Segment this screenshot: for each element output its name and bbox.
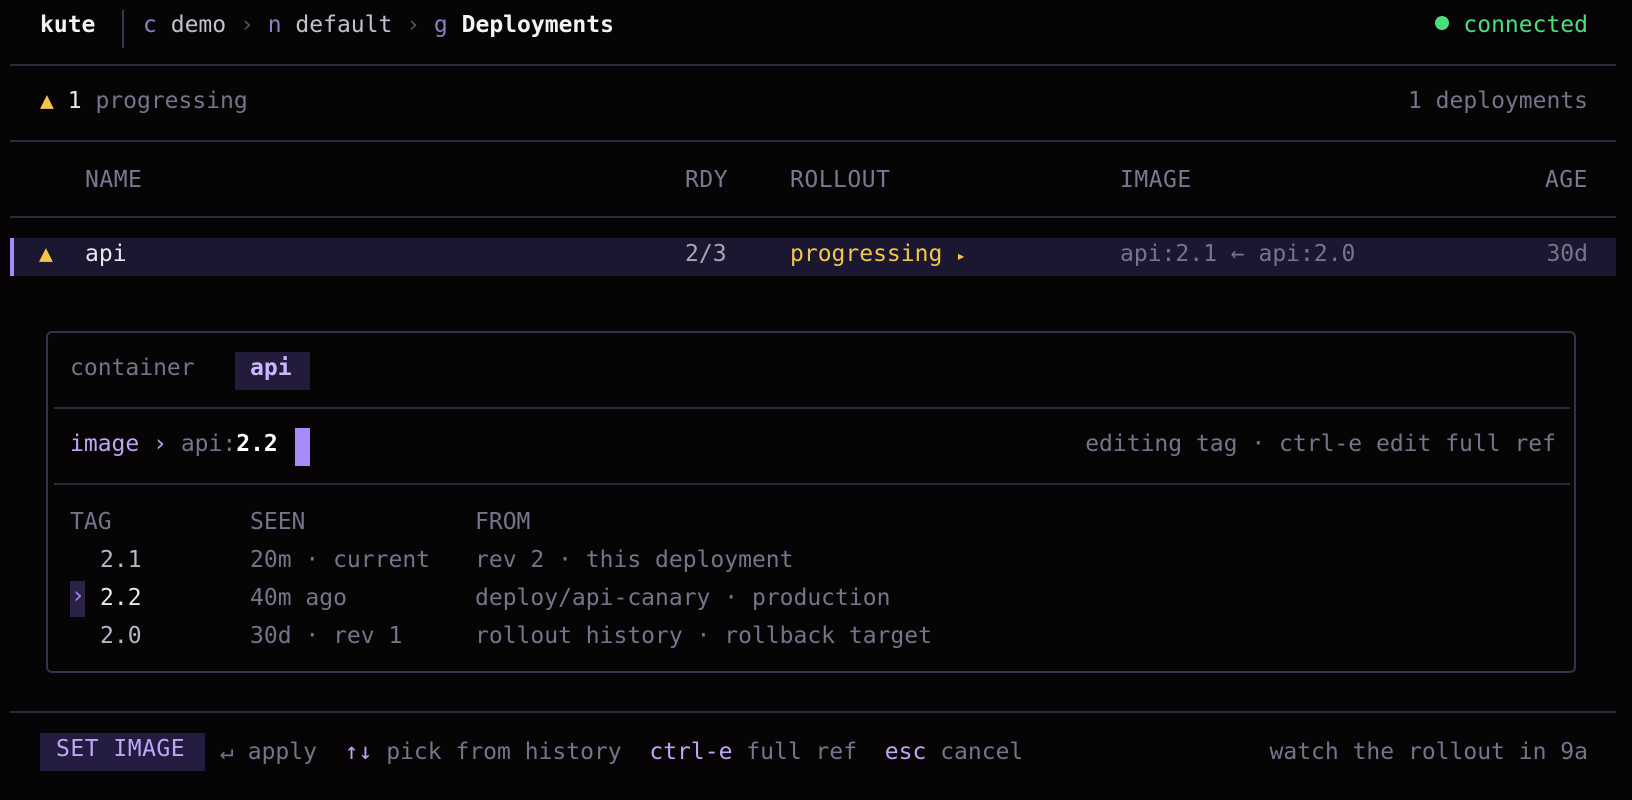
- image-input-label: image: [70, 431, 140, 457]
- history-seen: 40m ago: [250, 585, 347, 611]
- deployment-total: 1 deployments: [1407, 88, 1588, 114]
- column-header-name[interactable]: NAME: [85, 167, 142, 193]
- warning-triangle-icon: ▲: [40, 88, 54, 114]
- breadcrumb-resource[interactable]: Deployments: [462, 12, 614, 38]
- divider: [54, 407, 1570, 409]
- status-dot-icon: [1435, 16, 1450, 30]
- shortcut-pick-history[interactable]: pick from history: [386, 739, 621, 765]
- container-name: api: [250, 355, 292, 381]
- divider: [54, 483, 1570, 485]
- history-tag: 2.1: [100, 547, 142, 573]
- divider: [10, 64, 1616, 66]
- history-from: rollout history · rollback target: [475, 623, 932, 649]
- breadcrumb-key-group: g: [433, 12, 448, 38]
- breadcrumb-key-cluster: c: [143, 12, 157, 38]
- history-header-tag: TAG: [70, 509, 112, 535]
- history-tag: 2.2: [100, 585, 142, 611]
- image-input[interactable]: image › api:2.2: [70, 431, 278, 457]
- breadcrumb-cluster[interactable]: demo: [171, 12, 226, 38]
- deployment-age: 30d: [1546, 241, 1588, 267]
- history-seen: 30d · rev 1: [250, 623, 403, 649]
- connection-status: connected: [1435, 12, 1588, 38]
- history-from: deploy/api-canary · production: [475, 585, 891, 611]
- play-arrow-icon: ▸: [956, 246, 966, 265]
- breadcrumb-namespace[interactable]: default: [295, 12, 392, 38]
- progressing-count: 1: [67, 88, 82, 114]
- history-seen: 20m · current: [250, 547, 431, 573]
- edit-hint: editing tag · ctrl-e edit full ref: [1085, 431, 1556, 457]
- history-header-seen: SEEN: [250, 509, 306, 535]
- shortcut-full-ref[interactable]: full ref: [746, 739, 857, 765]
- arrow-keys-icon: ↑↓: [344, 739, 373, 765]
- history-header-from: FROM: [475, 509, 531, 535]
- shortcut-bar: ↵ apply ↑↓ pick from history ctrl-e full…: [220, 739, 1023, 765]
- shortcut-key-esc: esc: [884, 739, 927, 765]
- breadcrumb-separator-icon: ›: [406, 12, 421, 38]
- divider: [10, 140, 1616, 142]
- shortcut-key-ctrl-e: ctrl-e: [649, 739, 733, 765]
- image-tag-value[interactable]: 2.2: [236, 431, 278, 457]
- header-divider: [122, 10, 124, 48]
- selection-indicator: [10, 238, 14, 276]
- shortcut-cancel[interactable]: cancel: [940, 739, 1023, 765]
- summary-bar: ▲ 1 progressing: [40, 88, 248, 114]
- shortcut-apply[interactable]: apply: [248, 739, 317, 765]
- chevron-right-icon: ›: [71, 583, 85, 609]
- rollout-status-label: progressing: [790, 241, 943, 267]
- column-header-rollout[interactable]: ROLLOUT: [790, 167, 890, 193]
- connection-status-label: connected: [1463, 12, 1588, 38]
- ready-count: 2/3: [685, 241, 727, 267]
- breadcrumb-separator-icon: ›: [239, 12, 254, 38]
- breadcrumb-key-namespace: n: [267, 12, 282, 38]
- history-tag: 2.0: [100, 623, 142, 649]
- column-header-ready[interactable]: RDY: [685, 167, 728, 193]
- mode-label: SET IMAGE: [56, 736, 186, 762]
- text-cursor: [295, 428, 310, 466]
- divider: [10, 216, 1616, 218]
- container-label: container: [70, 355, 195, 381]
- return-key-icon: ↵: [220, 739, 234, 765]
- divider: [10, 711, 1616, 713]
- deployment-name[interactable]: api: [85, 241, 127, 267]
- rollout-status: progressing ▸: [790, 241, 966, 267]
- chevron-right-icon: ›: [153, 431, 167, 457]
- image-transition: api:2.1 ← api:2.0: [1120, 241, 1356, 267]
- breadcrumb: c demo › n default › g Deployments: [143, 12, 614, 38]
- image-repo-prefix: api:: [180, 431, 237, 457]
- column-header-image[interactable]: IMAGE: [1120, 167, 1192, 193]
- row-status-warning-icon: ▲: [39, 241, 53, 267]
- column-header-age[interactable]: AGE: [1545, 167, 1588, 193]
- history-from: rev 2 · this deployment: [475, 547, 794, 573]
- app-name: kute: [40, 12, 96, 38]
- progressing-label: progressing: [95, 88, 248, 114]
- rollout-watch-hint: watch the rollout in 9a: [1269, 739, 1589, 765]
